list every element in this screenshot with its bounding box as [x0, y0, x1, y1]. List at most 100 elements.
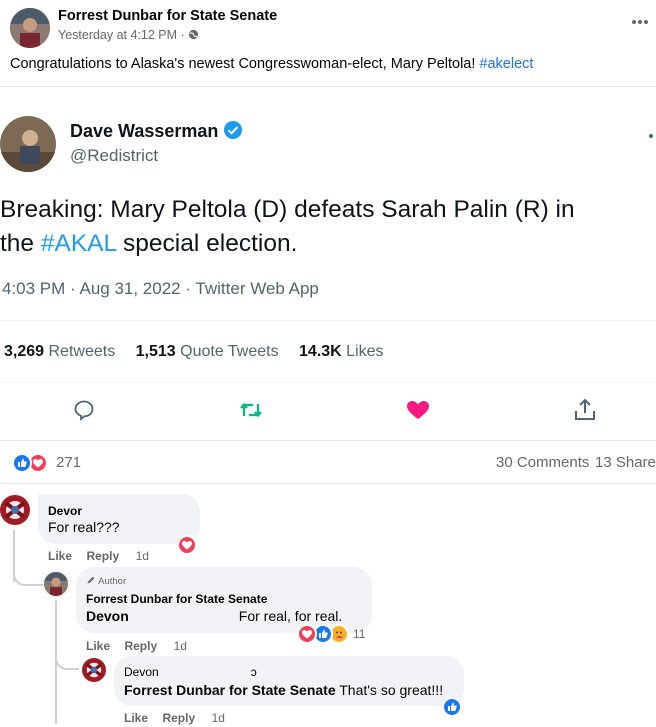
- reaction-count[interactable]: 271: [56, 454, 81, 471]
- comment-3-mention[interactable]: Forrest Dunbar for State Senate: [124, 682, 336, 698]
- tweet-author-avatar[interactable]: [0, 116, 56, 172]
- comment-2-author[interactable]: Forrest Dunbar for State Senate: [86, 592, 267, 606]
- tweet-stats: 3,269 Retweets 1,513 Quote Tweets 14.3K …: [4, 343, 384, 361]
- comment-1-author[interactable]: Devor: [48, 504, 82, 518]
- tweet-share-button[interactable]: [573, 397, 597, 423]
- tweet-handle[interactable]: @Redistrict: [70, 146, 158, 166]
- page-avatar-image: [44, 572, 68, 596]
- page-avatar-image: [10, 8, 50, 48]
- comment-3-author-suffix: ɔ: [250, 665, 257, 679]
- likes-count: 14.3K: [299, 343, 342, 360]
- comment-2-reactions[interactable]: 11: [297, 624, 377, 644]
- care-face-glyph: [336, 631, 343, 638]
- comment-2-reaction-count: 11: [353, 627, 366, 641]
- love-reaction-icon: [177, 535, 197, 555]
- thumbs-up-glyph: [448, 702, 457, 711]
- comment-2-avatar[interactable]: [44, 572, 68, 596]
- tweet-hashtag-link[interactable]: #AKAL: [41, 230, 116, 257]
- post-divider: [0, 86, 656, 87]
- post-hashtag-link[interactable]: #akelect: [479, 56, 533, 72]
- comment-2-time[interactable]: 1d: [174, 639, 187, 653]
- likes-stat[interactable]: 14.3K Likes: [299, 343, 384, 360]
- comment-1-bubble: Devor For real???: [38, 494, 200, 544]
- comment-3-bubble: Devon ɔ Forrest Dunbar for State Senate T…: [114, 656, 464, 706]
- comment-1-actions: Like Reply 1d: [48, 547, 149, 565]
- tweet-text-line-2: the #AKAL special election.: [0, 227, 656, 261]
- like-reaction-icon: [442, 697, 462, 717]
- comment-1-time[interactable]: 1d: [136, 549, 149, 563]
- comment-3-author[interactable]: Devon: [124, 665, 159, 679]
- thumbs-up-glyph: [319, 629, 328, 638]
- comment-3-avatar[interactable]: [82, 658, 106, 682]
- comment-3-text: Forrest Dunbar for State Senate That's s…: [124, 682, 443, 698]
- comment-3-time[interactable]: 1d: [212, 711, 225, 725]
- comment-1-avatar[interactable]: [0, 495, 30, 525]
- tweet-text-part: the: [0, 230, 41, 257]
- comment-2-like-button[interactable]: Like: [86, 639, 110, 653]
- comment-3-like-button[interactable]: Like: [124, 711, 148, 725]
- tweet-meta[interactable]: 4:03 PM · Aug 31, 2022 · Twitter Web App: [2, 279, 319, 299]
- page-avatar[interactable]: [10, 8, 50, 48]
- tweet-text: Breaking: Mary Peltola (D) defeats Sarah…: [0, 193, 656, 261]
- post-timestamp[interactable]: Yesterday at 4:12 PM ·: [58, 28, 199, 42]
- tweet-retweet-button[interactable]: [238, 398, 264, 422]
- tweet-author-name-text[interactable]: Dave Wasserman: [70, 121, 218, 141]
- tweet-author-name[interactable]: Dave Wasserman: [70, 120, 243, 142]
- reactions-summary[interactable]: 271: [12, 453, 92, 473]
- quote-label: Quote Tweets: [175, 343, 279, 360]
- comment-3-body: That's so great!!!: [335, 682, 444, 698]
- commenter-avatar-image: [0, 495, 30, 525]
- thread-line-3: [55, 668, 57, 724]
- comment-3-author-row: Devon ɔ: [124, 665, 257, 679]
- comments-count-link[interactable]: 30 Comments: [496, 454, 589, 471]
- comment-1-reply-button[interactable]: Reply: [86, 549, 119, 563]
- post-timestamp-text[interactable]: Yesterday at 4:12 PM ·: [58, 28, 188, 42]
- comment-2-reply-button[interactable]: Reply: [124, 639, 157, 653]
- comment-1-like-button[interactable]: Like: [48, 549, 72, 563]
- more-dots-icon: [632, 20, 648, 24]
- pencil-icon: [87, 576, 95, 584]
- tweet-like-button[interactable]: [405, 398, 431, 422]
- author-badge-label: Author: [98, 576, 127, 587]
- tweet-more-icon[interactable]: [648, 128, 654, 138]
- likes-label: Likes: [341, 343, 384, 360]
- heart-glyph: [182, 541, 192, 550]
- retweets-label: Retweets: [44, 343, 116, 360]
- heart-glyph: [33, 459, 43, 468]
- post-text-body: Congratulations to Alaska's newest Congr…: [10, 56, 480, 72]
- globe-icon: [189, 29, 199, 40]
- comment-3-actions: Like Reply 1d: [124, 709, 225, 727]
- quote-tweets-stat[interactable]: 1,513 Quote Tweets: [136, 343, 279, 360]
- comment-3-like-badge[interactable]: [442, 697, 462, 717]
- post-text: Congratulations to Alaska's newest Congr…: [10, 56, 533, 72]
- share-upload-icon: [575, 398, 595, 420]
- comment-2-actions: Like Reply 1d: [86, 637, 187, 655]
- retweets-count: 3,269: [4, 343, 45, 360]
- more-options-button[interactable]: [628, 12, 652, 32]
- reply-bubble-icon: [74, 400, 94, 421]
- stats-divider: [0, 483, 656, 484]
- tweet-text-line-1: Breaking: Mary Peltola (D) defeats Sarah…: [0, 196, 575, 223]
- love-reaction-icon: [297, 624, 317, 644]
- shares-count-link[interactable]: 13 Shares: [595, 454, 656, 471]
- author-badge: Author: [86, 575, 126, 587]
- retweets-stat[interactable]: 3,269 Retweets: [4, 343, 115, 360]
- comment-3-reply-button[interactable]: Reply: [162, 711, 195, 725]
- verified-badge-icon: [224, 121, 243, 139]
- tweet-reply-button[interactable]: [72, 398, 96, 422]
- comment-2-body: For real, for real.: [238, 608, 343, 624]
- tweet-divider-2: [0, 382, 656, 383]
- comment-2-mention[interactable]: Devon: [86, 608, 129, 624]
- tweet-more-dot-icon: [649, 134, 653, 138]
- heart-glyph: [302, 630, 312, 639]
- page-name-link[interactable]: Forrest Dunbar for State Senate: [58, 8, 277, 24]
- comment-1-love-badge[interactable]: [177, 535, 197, 555]
- quote-count: 1,513: [135, 343, 176, 360]
- tweet-bottom-divider: [0, 440, 656, 441]
- thread-curve-1: [13, 566, 43, 586]
- retweet-icon: [240, 402, 262, 418]
- comment-2-text: Devon For real, for real.: [86, 608, 342, 624]
- tweet-divider-1: [0, 320, 656, 321]
- thread-curve-2: [55, 652, 79, 670]
- commenter-avatar-image: [82, 658, 106, 682]
